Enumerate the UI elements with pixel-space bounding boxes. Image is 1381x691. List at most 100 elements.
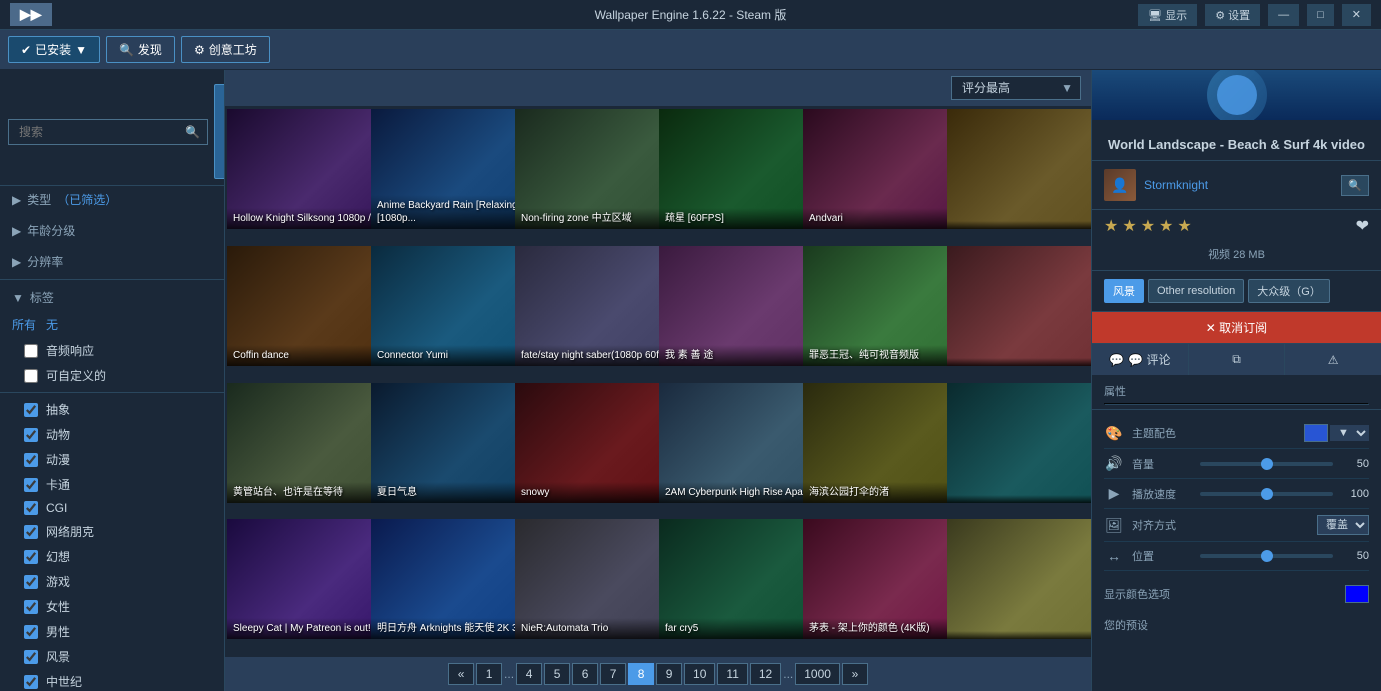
alignment-select[interactable]: 覆盖 拉伸 居中 xyxy=(1317,515,1369,535)
arrow-icon-res: ▶ xyxy=(12,255,21,269)
copy-icon: ⧉ xyxy=(1232,352,1241,367)
favorite-button[interactable]: ❤ xyxy=(1356,216,1369,236)
window-controls: 🖥 显示 ⚙ 设置 — □ ✕ xyxy=(1138,4,1371,26)
tag-checkbox[interactable] xyxy=(24,453,38,467)
prop-volume: 🔊 音量 50 xyxy=(1104,449,1369,479)
palette-icon: 🎨 xyxy=(1104,425,1124,442)
search-wrapper: 🔍 xyxy=(8,119,208,145)
checked-tags-list: 抽象动物动漫卡通CGI网络朋克幻想游戏女性男性风景中世纪网红事物MMD（Miku… xyxy=(0,397,224,691)
sort-select[interactable]: 评分最高 最新 最热门 最多订阅 xyxy=(951,76,1081,100)
wallpaper-item[interactable] xyxy=(947,109,1091,229)
speed-value: 100 xyxy=(1339,488,1369,500)
color-swatch[interactable] xyxy=(1304,424,1328,442)
page-4[interactable]: 4 xyxy=(516,663,542,685)
tags-header[interactable]: ▼ 标签 xyxy=(0,284,224,311)
page-12[interactable]: 12 xyxy=(750,663,781,685)
right-panel: World Landscape - Beach & Surf 4k video … xyxy=(1091,70,1381,691)
page-prev[interactable]: « xyxy=(448,663,474,685)
tag-audio-checkbox[interactable] xyxy=(24,344,38,358)
tag-checkbox[interactable] xyxy=(24,650,38,664)
unsubscribe-button[interactable]: ✕ 取消订阅 xyxy=(1092,312,1381,343)
page-8[interactable]: 8 xyxy=(628,663,654,685)
copy-button[interactable]: ⧉ xyxy=(1189,344,1286,375)
workshop-button[interactable]: ⚙ 创意工坊 xyxy=(181,36,270,63)
tag-landscape[interactable]: 风景 xyxy=(1104,279,1144,303)
display-button[interactable]: 🖥 显示 xyxy=(1138,4,1197,26)
tag-general[interactable]: 大众级（G） xyxy=(1248,279,1330,303)
position-slider[interactable] xyxy=(1200,554,1333,558)
page-7[interactable]: 7 xyxy=(600,663,626,685)
panel-title: World Landscape - Beach & Surf 4k video xyxy=(1102,136,1371,154)
wallpaper-item[interactable] xyxy=(947,246,1091,366)
filter-button[interactable]: 筛选结果（已筛选） ▼ xyxy=(214,84,225,179)
panel-meta: 视频 28 MB xyxy=(1092,242,1381,271)
page-1000[interactable]: 1000 xyxy=(795,663,840,685)
page-first[interactable]: 1 xyxy=(476,663,502,685)
wallpaper-item[interactable] xyxy=(947,519,1091,639)
tag-checkbox[interactable] xyxy=(24,550,38,564)
star-5: ★ xyxy=(1177,216,1191,236)
tags-all-link[interactable]: 所有 xyxy=(12,316,36,333)
page-10[interactable]: 10 xyxy=(684,663,715,685)
age-header[interactable]: ▶ 年龄分级 xyxy=(0,217,224,244)
author-avatar: 👤 xyxy=(1104,169,1136,201)
tag-checkbox[interactable] xyxy=(24,501,38,515)
prop-position: ↔ 位置 50 xyxy=(1104,542,1369,571)
sidebar-tag-item: 风景 xyxy=(0,644,224,669)
tag-custom-checkbox[interactable] xyxy=(24,369,38,383)
author-name[interactable]: Stormknight xyxy=(1144,178,1333,192)
page-5[interactable]: 5 xyxy=(544,663,570,685)
star-4: ★ xyxy=(1159,216,1173,236)
discover-button[interactable]: 🔍 发现 xyxy=(106,36,175,63)
panel-header: World Landscape - Beach & Surf 4k video xyxy=(1092,120,1381,161)
prop-theme-color: 🎨 主题配色 ▼ xyxy=(1104,418,1369,449)
tag-checkbox[interactable] xyxy=(24,600,38,614)
page-11[interactable]: 11 xyxy=(717,663,747,685)
volume-slider[interactable] xyxy=(1200,462,1333,466)
tag-checkbox[interactable] xyxy=(24,675,38,689)
volume-slider-container: 50 xyxy=(1200,458,1369,470)
tag-checkbox[interactable] xyxy=(24,403,38,417)
your-preset-label: 您的预设 xyxy=(1092,609,1381,637)
type-header[interactable]: ▶ 类型 （已筛选） xyxy=(0,186,224,213)
settings-button[interactable]: ⚙ 设置 xyxy=(1205,4,1260,26)
page-6[interactable]: 6 xyxy=(572,663,598,685)
arrow-icon: ▶ xyxy=(12,193,21,207)
color-dropdown[interactable]: ▼ xyxy=(1330,425,1369,441)
tag-checkbox[interactable] xyxy=(24,575,38,589)
main-layout: 🔍 筛选结果（已筛选） ▼ ▶ 类型 （已筛选） ▶ 年龄分级 xyxy=(0,70,1381,691)
warn-button[interactable]: ⚠ xyxy=(1285,344,1381,375)
sidebar-section-type: ▶ 类型 （已筛选） xyxy=(0,186,224,213)
tag-checkbox[interactable] xyxy=(24,625,38,639)
expand-button[interactable]: ▶▶ xyxy=(10,3,52,26)
wallpaper-item[interactable] xyxy=(947,383,1091,503)
tag-checkbox[interactable] xyxy=(24,428,38,442)
sidebar-tag-item: 网络朋克 xyxy=(0,519,224,544)
search-input[interactable] xyxy=(8,119,208,145)
sidebar-section-tags: ▼ 标签 所有 无 音频响应 可自定义的 xyxy=(0,284,224,388)
star-3: ★ xyxy=(1141,216,1155,236)
wallpaper-grid: 🏆Hollow Knight Silksong 1080p / 60fps🏆An… xyxy=(225,107,1091,656)
star-2: ★ xyxy=(1122,216,1136,236)
settings-icon: ⚙ xyxy=(1215,10,1225,22)
volume-icon: 🔊 xyxy=(1104,455,1124,472)
tag-checkbox[interactable] xyxy=(24,525,38,539)
tag-checkbox[interactable] xyxy=(24,478,38,492)
app-title: Wallpaper Engine 1.6.22 - Steam 版 xyxy=(595,6,787,23)
installed-button[interactable]: ✔ 已安装 ▼ xyxy=(8,36,100,63)
page-next[interactable]: » xyxy=(842,663,868,685)
resolution-header[interactable]: ▶ 分辨率 xyxy=(0,248,224,275)
maximize-button[interactable]: □ xyxy=(1307,4,1334,26)
close-button[interactable]: ✕ xyxy=(1342,4,1371,26)
comment-button[interactable]: 💬 💬 评论 xyxy=(1092,344,1189,375)
display-color-box[interactable] xyxy=(1345,585,1369,603)
tags-none-link[interactable]: 无 xyxy=(46,316,58,333)
speed-slider[interactable] xyxy=(1200,492,1333,496)
page-9[interactable]: 9 xyxy=(656,663,682,685)
play-icon: ▶ xyxy=(1104,485,1124,502)
minimize-button[interactable]: — xyxy=(1268,4,1299,26)
sidebar-tag-item: 男性 xyxy=(0,619,224,644)
tag-other-res[interactable]: Other resolution xyxy=(1148,279,1244,303)
author-search-button[interactable]: 🔍 xyxy=(1341,175,1369,196)
sidebar-section-resolution: ▶ 分辨率 xyxy=(0,248,224,275)
